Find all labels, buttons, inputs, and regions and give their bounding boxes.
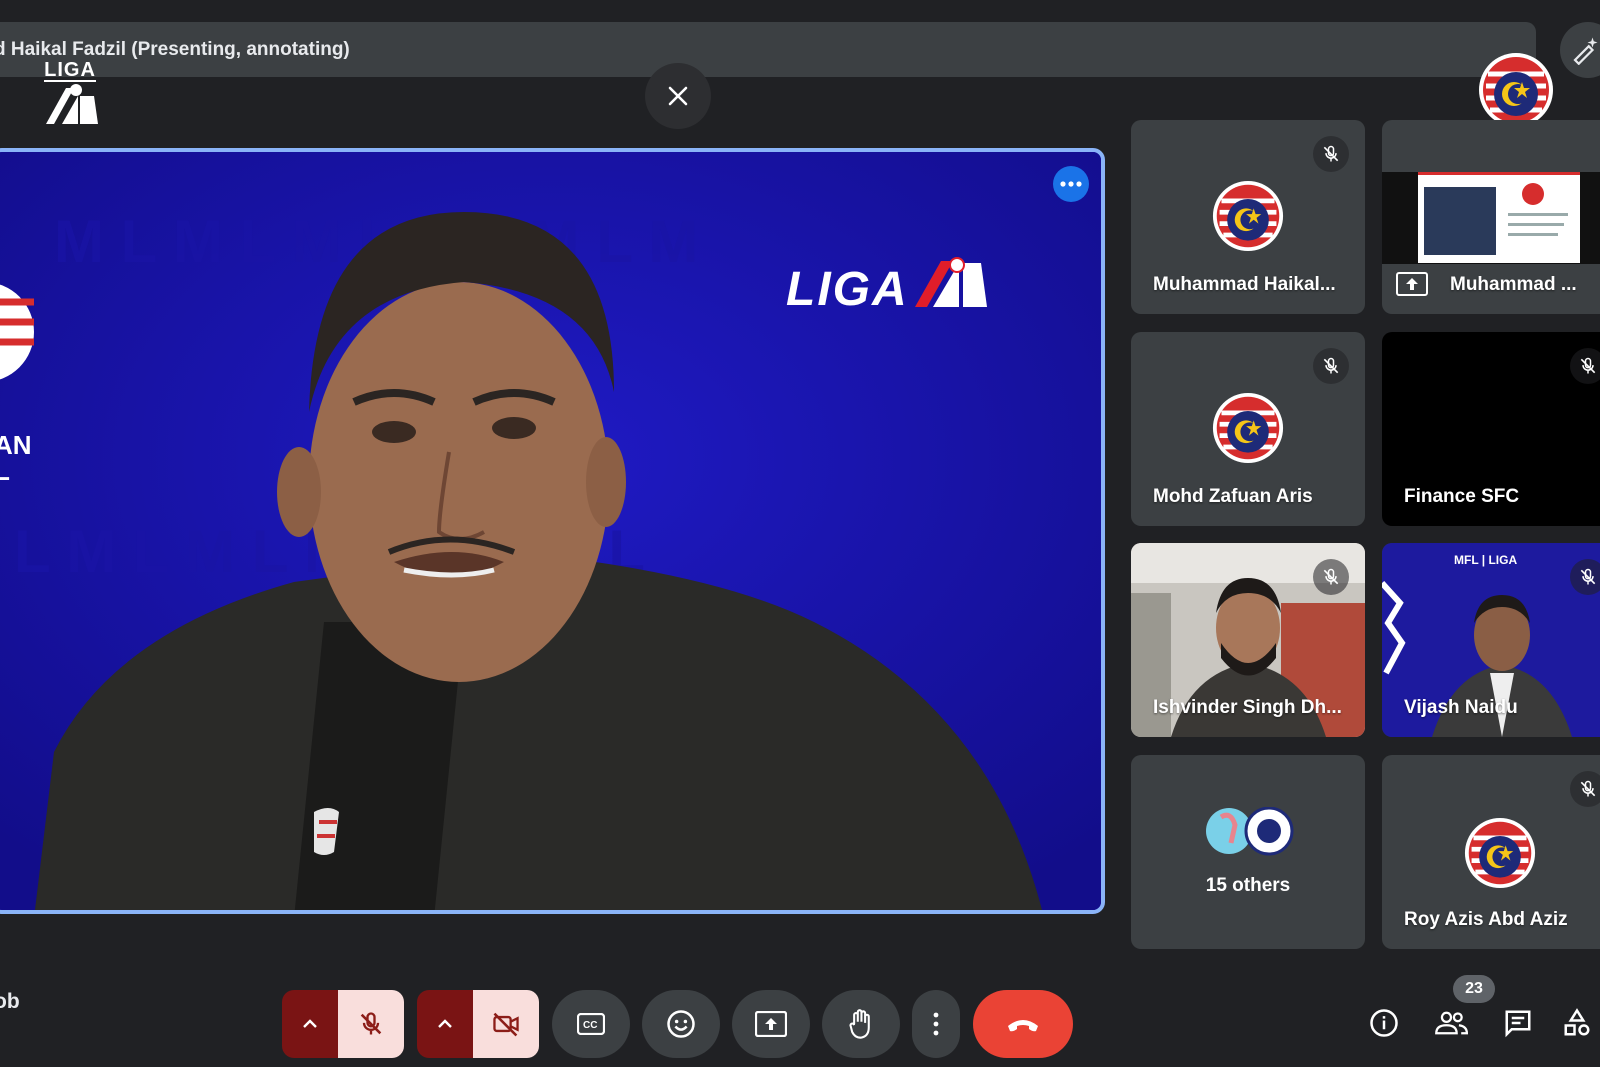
liga-m-mark: [46, 84, 98, 124]
close-icon: [668, 86, 688, 106]
chat-icon: [1505, 1010, 1531, 1038]
slide-line: [1508, 233, 1558, 236]
leave-call-button[interactable]: [973, 990, 1073, 1058]
participant-name: Roy Azis Abd Aziz: [1404, 909, 1568, 930]
presenting-label: d Haikal Fadzil (Presenting, annotating): [0, 39, 350, 60]
participant-name: Muhammad Haikal...: [1153, 274, 1336, 295]
annotate-button[interactable]: [1560, 22, 1600, 78]
reactions-button[interactable]: [642, 990, 720, 1058]
video-header-text: MFL | LIGA: [1454, 553, 1518, 567]
raise-hand-icon: [849, 1009, 870, 1039]
activities-button[interactable]: [1562, 1001, 1600, 1045]
others-label: 15 others: [1205, 875, 1291, 896]
more-options-button[interactable]: [1053, 166, 1089, 202]
mic-off-icon: [1313, 348, 1349, 384]
close-annotation-button[interactable]: [645, 63, 711, 129]
meeting-details-button[interactable]: [1362, 1001, 1406, 1045]
camera-toggle-button[interactable]: [473, 990, 539, 1058]
crest-avatar-icon: [1212, 180, 1284, 252]
presentation-thumbnail: [1382, 172, 1600, 264]
participant-tile[interactable]: Roy Azis Abd Aziz: [1382, 755, 1600, 949]
main-speaker-tile[interactable]: M L M L M L M L M L M L M L M L M L M L …: [0, 148, 1105, 914]
slide-photo: [1424, 187, 1496, 255]
present-screen-button[interactable]: [732, 990, 810, 1058]
emoji-icon: [667, 1010, 695, 1038]
more-horizontal-icon: [1060, 181, 1082, 187]
participant-name: Ishvinder Singh Dh...: [1153, 697, 1342, 718]
backdrop-m-mark: [915, 257, 988, 307]
mic-off-icon: [1570, 559, 1600, 595]
mic-off-icon: [1570, 348, 1600, 384]
mic-off-icon: [1570, 771, 1600, 807]
more-options-menu-button[interactable]: [912, 990, 960, 1058]
mic-off-icon: [360, 1012, 382, 1035]
participant-tile[interactable]: Ishvinder Singh Dh...: [1131, 543, 1365, 737]
chevron-up-icon: [438, 1019, 452, 1028]
slide-logo: [1522, 183, 1544, 205]
participant-name: Vijash Naidu: [1404, 697, 1518, 718]
malaysia-crest-icon: [1479, 53, 1553, 127]
hang-up-icon: [1008, 1020, 1038, 1032]
pen-sparkle-icon: [1573, 37, 1598, 65]
mic-control: [282, 990, 404, 1058]
people-icon: [1435, 1011, 1468, 1035]
slide-line: [1508, 223, 1564, 226]
crest-avatar-icon: [1464, 817, 1536, 889]
liga-logo-text: LIGA: [44, 59, 96, 82]
others-avatars: [1206, 807, 1294, 856]
closed-captions-icon: CC: [577, 1013, 605, 1035]
mic-off-icon: [1313, 559, 1349, 595]
participant-name: Mohd Zafuan Aris: [1153, 486, 1313, 507]
participant-name: Muhammad ...: [1450, 274, 1577, 295]
participant-name: Finance SFC: [1404, 486, 1520, 507]
backdrop-liga-text: LIGA: [786, 263, 909, 316]
activities-icon: [1564, 1008, 1590, 1036]
info-icon: [1370, 1009, 1398, 1037]
mic-off-icon: [1313, 136, 1349, 172]
participant-tile[interactable]: Muhammad Haikal...: [1131, 120, 1365, 314]
chat-button[interactable]: [1496, 1001, 1540, 1045]
others-tile[interactable]: 15 others: [1131, 755, 1365, 949]
people-count-badge: 23: [1453, 975, 1495, 1003]
presentation-slide: [1418, 172, 1580, 263]
camera-control: [417, 990, 539, 1058]
mic-toggle-button[interactable]: [338, 990, 404, 1058]
camera-options-button[interactable]: [417, 990, 473, 1058]
backdrop-liga-logo: LIGA: [786, 257, 993, 317]
participant-tile[interactable]: MFL | LIGA Vijash Naidu: [1382, 543, 1600, 737]
present-screen-icon: [1396, 272, 1428, 296]
meeting-code: ob: [0, 990, 20, 1013]
participant-tile[interactable]: Finance SFC: [1382, 332, 1600, 526]
raise-hand-button[interactable]: [822, 990, 900, 1058]
participant-tile[interactable]: Muhammad ...: [1382, 120, 1600, 314]
participant-tile[interactable]: Mohd Zafuan Aris: [1131, 332, 1365, 526]
backdrop-side-text: AN L: [0, 432, 32, 484]
chevron-up-icon: [303, 1019, 317, 1028]
captions-button[interactable]: CC: [552, 990, 630, 1058]
crest-avatar-icon: [1212, 392, 1284, 464]
present-to-all-icon: [755, 1011, 787, 1037]
backdrop-side-line1: AN: [0, 430, 32, 460]
liga-logo: LIGA: [44, 60, 104, 130]
people-button[interactable]: [1429, 1001, 1473, 1045]
mic-options-button[interactable]: [282, 990, 338, 1058]
svg-text:CC: CC: [583, 1020, 597, 1031]
slide-line: [1508, 213, 1568, 216]
more-vertical-icon: [933, 1012, 939, 1036]
camera-off-icon: [493, 1012, 519, 1037]
backdrop-side-line2: L: [0, 458, 32, 484]
